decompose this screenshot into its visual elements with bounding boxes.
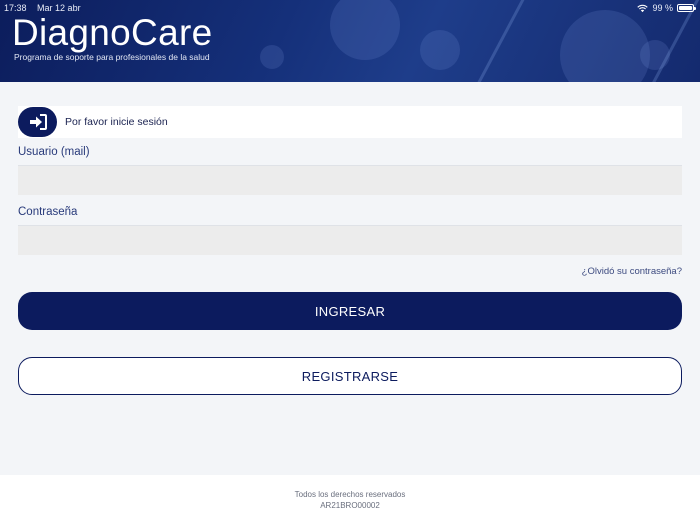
password-label: Contraseña [18,206,78,218]
login-banner: Por favor inicie sesión [18,106,682,138]
footer-rights: Todos los derechos reservados [294,490,406,499]
login-prompt: Por favor inicie sesión [65,116,168,128]
brand-tagline: Programa de soporte para profesionales d… [14,52,210,62]
wifi-icon [637,4,649,12]
login-badge [18,107,57,137]
footer-code: AR21BRO00002 [320,501,380,510]
brand-logo: DiagnoCare [12,12,213,53]
footer: Todos los derechos reservados AR21BRO000… [0,475,700,525]
battery-level: 99 % [652,3,673,13]
header-decoration [420,30,460,70]
register-button[interactable]: REGISTRARSE [18,357,682,395]
password-input[interactable] [18,225,682,255]
battery-icon [677,4,696,12]
app-header: 17:38 Mar 12 abr 99 % DiagnoCare Program… [0,0,700,82]
header-decoration [260,45,284,69]
username-label: Usuario (mail) [18,146,90,158]
login-button[interactable]: INGRESAR [18,292,682,330]
sign-in-icon [29,114,47,130]
username-input[interactable] [18,165,682,195]
forgot-password-link[interactable]: ¿Olvidó su contraseña? [582,266,682,277]
header-decoration [560,10,650,82]
